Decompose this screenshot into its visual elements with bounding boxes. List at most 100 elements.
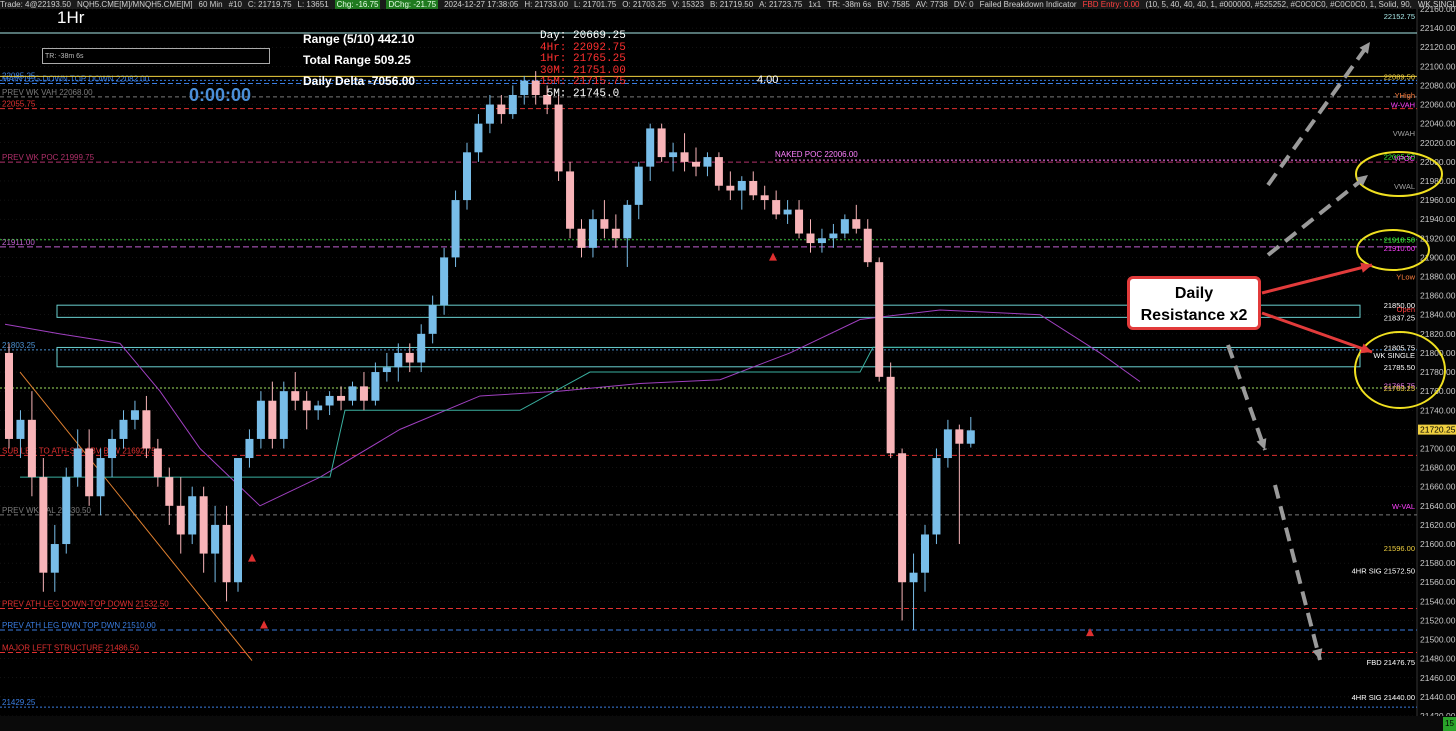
candle-body [325, 395, 334, 406]
candle-body [153, 448, 162, 478]
right-level-label: 4HR SIG 21440.00 [1352, 693, 1415, 702]
right-level-label: 4HR SIG 21572.50 [1352, 566, 1415, 575]
right-level-label: 22089.50 [1384, 72, 1415, 81]
level-label: PREV WK VAH 22068.00 [2, 88, 93, 97]
y-tick-label: 21740.00 [1420, 405, 1456, 415]
mtf-5m: 5M: 21745.0 [540, 87, 620, 100]
y-tick-label: 21560.00 [1420, 577, 1456, 587]
candle-body [611, 228, 620, 239]
candle-body [875, 262, 884, 377]
candle-body [359, 386, 368, 401]
right-level-label: W-VAL [1392, 502, 1415, 511]
y-tick-label: 21940.00 [1420, 214, 1456, 224]
candle-body [898, 453, 907, 583]
y-tick-label: 22080.00 [1420, 80, 1456, 90]
callout-line1: Daily [1174, 285, 1214, 302]
candle-body [966, 430, 975, 444]
candle-body [16, 419, 25, 439]
right-level-label: WK SINGLE [1373, 351, 1415, 360]
candle-body [73, 448, 82, 478]
candle-body [772, 200, 781, 215]
right-level-label: W-VAH [1391, 101, 1415, 110]
right-level-label: 21596.00 [1384, 544, 1415, 553]
candle-body [921, 534, 929, 573]
total-range-stat: Total Range 509.25 [303, 53, 411, 67]
candle-body [440, 257, 449, 306]
candle-body [680, 152, 689, 162]
candle-body [211, 524, 220, 554]
candle-body [382, 367, 391, 373]
candle-body [577, 228, 586, 248]
candle-body [749, 180, 758, 196]
candle-body [726, 185, 735, 191]
time-axis [0, 716, 1456, 731]
level-label: 21429.25 [2, 698, 36, 707]
candle-body [737, 180, 746, 191]
value-readout: 4.00 [757, 74, 779, 86]
single-zone-box [56, 346, 1361, 368]
projection-arrow [1266, 173, 1370, 257]
y-tick-label: 21520.00 [1420, 615, 1456, 625]
candle-body [588, 219, 597, 248]
naked-poc-label: NAKED POC 22006.00 [775, 150, 858, 159]
candle-body [199, 496, 208, 554]
candle-body [692, 161, 700, 167]
price-chart[interactable]: 21420.0021440.0021460.0021480.0021500.00… [0, 0, 1456, 731]
right-level-label: 21910.00 [1384, 244, 1415, 253]
price-axis-bg [1417, 9, 1456, 716]
candle-body [703, 157, 712, 167]
level-label: MAJOR LEFT STRUCTURE 21486.50 [2, 643, 139, 652]
projection-arrowhead [1256, 438, 1267, 450]
y-tick-label: 22120.00 [1420, 42, 1456, 52]
y-tick-label: 22060.00 [1420, 100, 1456, 110]
candle-body [85, 448, 94, 497]
candle-body [222, 524, 231, 583]
candle-body [783, 209, 792, 215]
candle-body [314, 405, 323, 411]
bar-timer: 0:00:00 [189, 85, 252, 105]
range-stat: Range (5/10) 442.10 [303, 32, 415, 46]
level-label: PREV ATH LEG DOWN-TOP DOWN 21532.50 [2, 600, 169, 609]
current-price-label: 21720.25 [1420, 425, 1456, 435]
right-level-label: VPOC [1394, 154, 1416, 163]
signal-arrow [769, 252, 777, 261]
candle-body [428, 305, 437, 334]
y-tick-label: 21660.00 [1420, 482, 1456, 492]
candle-body [623, 204, 632, 239]
candle-body [337, 395, 346, 401]
candle-body [291, 391, 300, 401]
candle-body [142, 410, 151, 449]
signal-arrow [248, 553, 256, 562]
candle-body [566, 171, 575, 229]
indicator-count-button[interactable]: 15 [1443, 717, 1456, 731]
callout-arrow [1261, 263, 1373, 295]
candle-body [508, 94, 517, 115]
y-tick-label: 21700.00 [1420, 443, 1456, 453]
y-tick-label: 22040.00 [1420, 119, 1456, 129]
candle-body [245, 438, 254, 459]
candle-body [657, 128, 666, 158]
candle-body [600, 219, 609, 229]
candle-body [531, 80, 540, 95]
level-label: PREV WK POC 21999.75 [2, 153, 95, 162]
candle-body [909, 572, 918, 583]
candle-body [669, 152, 678, 158]
candle-body [646, 128, 655, 167]
y-tick-label: 21680.00 [1420, 463, 1456, 473]
mtf-day: Day: 20669.25 [540, 30, 626, 42]
y-tick-label: 21440.00 [1420, 692, 1456, 702]
candle-body [497, 104, 506, 115]
level-label: 21803.25 [2, 341, 36, 350]
candle-body [62, 477, 71, 545]
candle-body [165, 477, 174, 506]
right-level-label: 21837.25 [1384, 313, 1415, 322]
right-level-label: FBD 21476.75 [1367, 658, 1415, 667]
candle-body [840, 219, 849, 234]
signal-arrow [1086, 628, 1094, 637]
y-tick-label: 21860.00 [1420, 291, 1456, 301]
candle-body [714, 157, 723, 186]
candle-body [96, 458, 105, 497]
right-level-label: 21763.25 [1384, 384, 1415, 393]
y-tick-label: 21640.00 [1420, 501, 1456, 511]
vwap-line [4, 309, 1141, 507]
